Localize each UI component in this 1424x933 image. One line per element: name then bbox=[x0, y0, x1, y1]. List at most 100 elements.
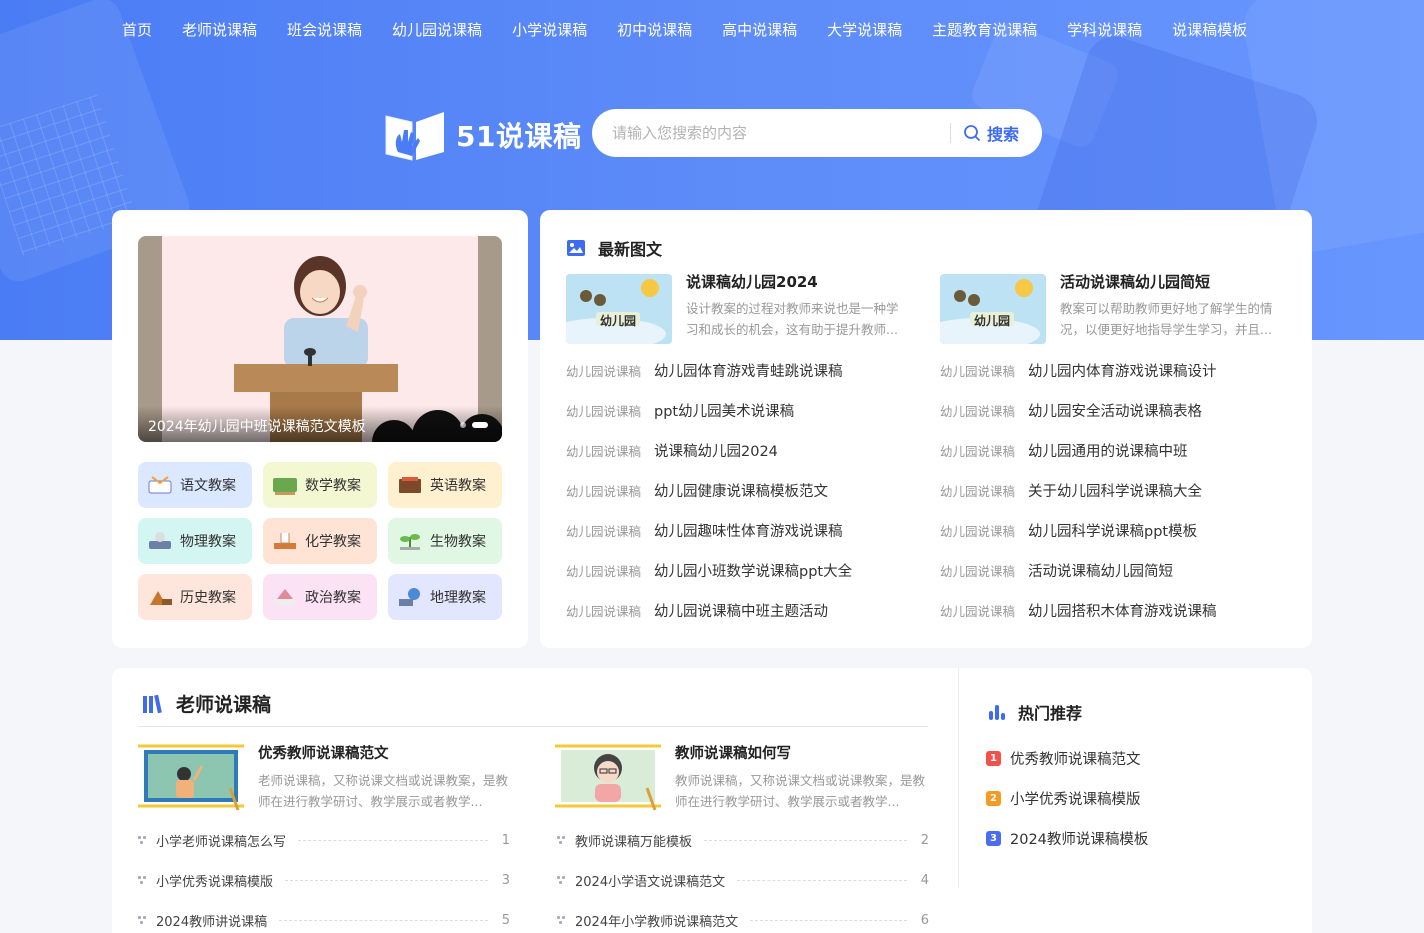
list-item[interactable]: 幼儿园说课稿 关于幼儿园科学说课稿大全 bbox=[940, 470, 1290, 510]
list-item-title[interactable]: 关于幼儿园科学说课稿大全 bbox=[1028, 480, 1202, 501]
list-item[interactable]: 幼儿园说课稿 幼儿园健康说课稿模板范文 bbox=[566, 470, 916, 510]
search-button[interactable]: 搜索 bbox=[963, 121, 1019, 145]
list-item-title[interactable]: 2024小学语文说课稿范文 bbox=[575, 871, 725, 890]
subject-english[interactable]: 英语教案 bbox=[388, 462, 502, 508]
list-item[interactable]: 小学优秀说课稿模版 3 bbox=[138, 860, 510, 900]
carousel-dot-active[interactable] bbox=[472, 422, 488, 428]
list-item-title[interactable]: 幼儿园科学说课稿ppt模板 bbox=[1028, 520, 1197, 541]
subject-math[interactable]: 数学教案 bbox=[263, 462, 377, 508]
hot-item[interactable]: 2 小学优秀说课稿模版 bbox=[986, 778, 1148, 818]
nav-item-senior[interactable]: 高中说课稿 bbox=[722, 20, 797, 40]
nav-item-university[interactable]: 大学说课稿 bbox=[827, 20, 902, 40]
nav-item-teacher[interactable]: 老师说课稿 bbox=[182, 20, 257, 40]
list-item[interactable]: 2024小学语文说课稿范文 4 bbox=[557, 860, 929, 900]
list-item[interactable]: 幼儿园说课稿 幼儿园科学说课稿ppt模板 bbox=[940, 510, 1290, 550]
list-item-category[interactable]: 幼儿园说课稿 bbox=[566, 361, 654, 380]
list-item-category[interactable]: 幼儿园说课稿 bbox=[566, 521, 654, 540]
list-item-title[interactable]: 幼儿园小班数学说课稿ppt大全 bbox=[654, 560, 852, 581]
thumbnail-label: 幼儿园 bbox=[600, 314, 637, 328]
list-item[interactable]: 幼儿园说课稿 幼儿园内体育游戏说课稿设计 bbox=[940, 350, 1290, 390]
list-item-category[interactable]: 幼儿园说课稿 bbox=[566, 441, 654, 460]
list-item-title[interactable]: 幼儿园说课稿中班主题活动 bbox=[654, 600, 828, 621]
featured-title[interactable]: 说课稿幼儿园2024 bbox=[686, 272, 910, 292]
nav-item-class-meeting[interactable]: 班会说课稿 bbox=[287, 20, 362, 40]
search-input[interactable] bbox=[612, 124, 942, 142]
list-item[interactable]: 幼儿园说课稿 幼儿园小班数学说课稿ppt大全 bbox=[566, 550, 916, 590]
hot-item-title[interactable]: 2024教师说课稿模板 bbox=[1010, 828, 1148, 849]
nav-item-theme[interactable]: 主题教育说课稿 bbox=[932, 20, 1037, 40]
subject-chemistry[interactable]: 化学教案 bbox=[263, 518, 377, 564]
list-item[interactable]: 幼儿园说课稿 幼儿园趣味性体育游戏说课稿 bbox=[566, 510, 916, 550]
nav-item-home[interactable]: 首页 bbox=[122, 20, 152, 40]
site-logo[interactable]: 51说课稿 bbox=[382, 108, 581, 162]
list-item-category[interactable]: 幼儿园说课稿 bbox=[940, 521, 1028, 540]
teacher-card: 老师说课稿 优秀教师说课稿范文 老师说课稿，又称说课文档或说课教案，是教师在进行… bbox=[112, 668, 1312, 933]
nav-item-junior[interactable]: 初中说课稿 bbox=[617, 20, 692, 40]
list-item-title[interactable]: 教师说课稿万能模板 bbox=[575, 831, 692, 850]
list-item[interactable]: 小学老师说课稿怎么写 1 bbox=[138, 820, 510, 860]
list-item-title[interactable]: 幼儿园通用的说课稿中班 bbox=[1028, 440, 1188, 461]
subject-politics[interactable]: 政治教案 bbox=[263, 574, 377, 620]
subject-chinese[interactable]: 语文教案 bbox=[138, 462, 252, 508]
list-item[interactable]: 2024年小学教师说课稿范文 6 bbox=[557, 900, 929, 933]
list-item-category[interactable]: 幼儿园说课稿 bbox=[566, 561, 654, 580]
teacher-featured-item[interactable]: 教师说课稿如何写 教师说课稿，又称说课文档或说课教案，是教师在进行教学研讨、教学… bbox=[555, 744, 925, 814]
politics-icon bbox=[274, 589, 296, 606]
subject-geography[interactable]: 地理教案 bbox=[388, 574, 502, 620]
featured-title[interactable]: 活动说课稿幼儿园简短 bbox=[1060, 272, 1284, 292]
hot-item[interactable]: 3 2024教师说课稿模板 bbox=[986, 818, 1148, 858]
list-item-title[interactable]: 幼儿园搭积木体育游戏说课稿 bbox=[1028, 600, 1217, 621]
hot-item-title[interactable]: 优秀教师说课稿范文 bbox=[1010, 748, 1141, 769]
carousel-caption: 2024年幼儿园中班说课稿范文模板 bbox=[138, 406, 502, 442]
list-item-category[interactable]: 幼儿园说课稿 bbox=[566, 481, 654, 500]
nav-item-kindergarten[interactable]: 幼儿园说课稿 bbox=[392, 20, 482, 40]
list-item-category[interactable]: 幼儿园说课稿 bbox=[940, 361, 1028, 380]
list-item[interactable]: 幼儿园说课稿 幼儿园体育游戏青蛙跳说课稿 bbox=[566, 350, 916, 390]
list-item-category[interactable]: 幼儿园说课稿 bbox=[940, 441, 1028, 460]
list-item[interactable]: 幼儿园说课稿 活动说课稿幼儿园简短 bbox=[940, 550, 1290, 590]
list-item-title[interactable]: 小学优秀说课稿模版 bbox=[156, 871, 273, 890]
list-item-title[interactable]: 幼儿园体育游戏青蛙跳说课稿 bbox=[654, 360, 843, 381]
list-item-title[interactable]: 幼儿园内体育游戏说课稿设计 bbox=[1028, 360, 1217, 381]
list-item-category[interactable]: 幼儿园说课稿 bbox=[940, 401, 1028, 420]
list-item-category[interactable]: 幼儿园说课稿 bbox=[566, 601, 654, 620]
list-item-title[interactable]: 2024教师讲说课稿 bbox=[156, 911, 267, 930]
subject-biology[interactable]: 生物教案 bbox=[388, 518, 502, 564]
list-item-title[interactable]: 小学老师说课稿怎么写 bbox=[156, 831, 286, 850]
list-item[interactable]: 幼儿园说课稿 幼儿园搭积木体育游戏说课稿 bbox=[940, 590, 1290, 630]
list-item[interactable]: 幼儿园说课稿 幼儿园说课稿中班主题活动 bbox=[566, 590, 916, 630]
subject-physics[interactable]: 物理教案 bbox=[138, 518, 252, 564]
list-item-title[interactable]: 说课稿幼儿园2024 bbox=[654, 440, 778, 461]
list-item-category[interactable]: 幼儿园说课稿 bbox=[940, 561, 1028, 580]
list-item-title[interactable]: ppt幼儿园美术说课稿 bbox=[654, 400, 794, 421]
list-item[interactable]: 幼儿园说课稿 幼儿园安全活动说课稿表格 bbox=[940, 390, 1290, 430]
nav-item-subject[interactable]: 学科说课稿 bbox=[1067, 20, 1142, 40]
teacher-featured-item[interactable]: 优秀教师说课稿范文 老师说课稿，又称说课文档或说课教案，是教师在进行教学研讨、教… bbox=[138, 744, 508, 814]
list-item[interactable]: 教师说课稿万能模板 2 bbox=[557, 820, 929, 860]
carousel-banner[interactable]: 2024年幼儿园中班说课稿范文模板 bbox=[138, 236, 502, 442]
list-item-title[interactable]: 2024年小学教师说课稿范文 bbox=[575, 911, 738, 930]
list-item-category[interactable]: 幼儿园说课稿 bbox=[940, 601, 1028, 620]
latest-featured-item[interactable]: 幼儿园 说课稿幼儿园2024 设计教案的过程对教师来说也是一种学习和成长的机会，… bbox=[566, 272, 912, 344]
nav-item-template[interactable]: 说课稿模板 bbox=[1172, 20, 1247, 40]
geography-globe-icon bbox=[399, 588, 420, 606]
list-item[interactable]: 2024教师讲说课稿 5 bbox=[138, 900, 510, 933]
list-item-category[interactable]: 幼儿园说课稿 bbox=[940, 481, 1028, 500]
hot-item-title[interactable]: 小学优秀说课稿模版 bbox=[1010, 788, 1141, 809]
subject-history[interactable]: 历史教案 bbox=[138, 574, 252, 620]
latest-featured-item[interactable]: 幼儿园 活动说课稿幼儿园简短 教案可以帮助教师更好地了解学生的情况，以便更好地指… bbox=[940, 272, 1286, 344]
featured-desc: 老师说课稿，又称说课文档或说课教案，是教师在进行教学研讨、教学展示或者教学... bbox=[258, 773, 508, 809]
list-item-title[interactable]: 幼儿园安全活动说课稿表格 bbox=[1028, 400, 1202, 421]
nav-item-primary[interactable]: 小学说课稿 bbox=[512, 20, 587, 40]
list-item[interactable]: 幼儿园说课稿 ppt幼儿园美术说课稿 bbox=[566, 390, 916, 430]
featured-title[interactable]: 教师说课稿如何写 bbox=[675, 744, 925, 764]
list-item-title[interactable]: 幼儿园健康说课稿模板范文 bbox=[654, 480, 828, 501]
list-item-title[interactable]: 幼儿园趣味性体育游戏说课稿 bbox=[654, 520, 843, 541]
featured-title[interactable]: 优秀教师说课稿范文 bbox=[258, 744, 508, 764]
carousel-dot[interactable] bbox=[460, 422, 466, 428]
list-item[interactable]: 幼儿园说课稿 幼儿园通用的说课稿中班 bbox=[940, 430, 1290, 470]
list-item-title[interactable]: 活动说课稿幼儿园简短 bbox=[1028, 560, 1173, 581]
hot-item[interactable]: 1 优秀教师说课稿范文 bbox=[986, 738, 1148, 778]
list-item-category[interactable]: 幼儿园说课稿 bbox=[566, 401, 654, 420]
list-item[interactable]: 幼儿园说课稿 说课稿幼儿园2024 bbox=[566, 430, 916, 470]
